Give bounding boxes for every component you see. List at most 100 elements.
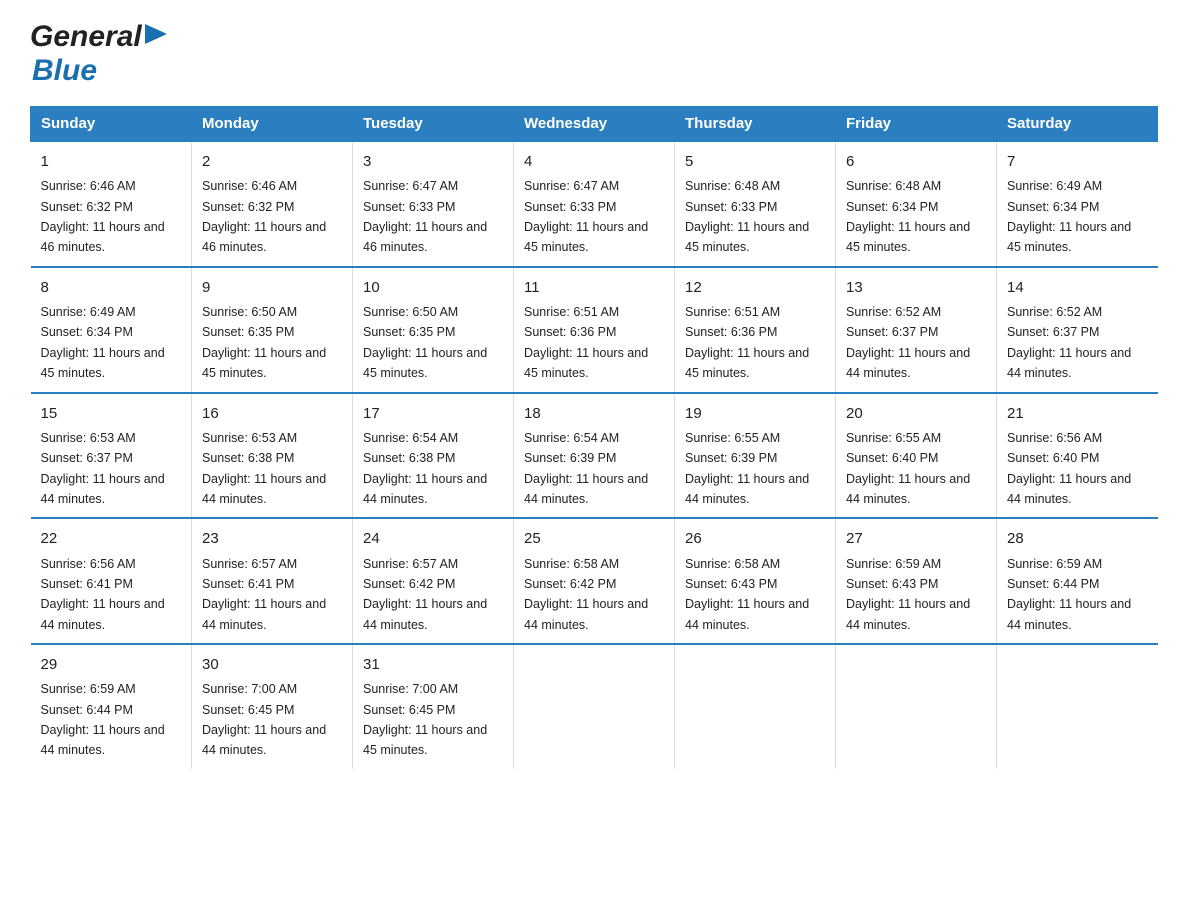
day-number: 13	[846, 276, 986, 299]
calendar-table: SundayMondayTuesdayWednesdayThursdayFrid…	[30, 106, 1158, 769]
day-info: Sunrise: 6:47 AMSunset: 6:33 PMDaylight:…	[524, 179, 648, 254]
calendar-cell	[514, 644, 675, 769]
calendar-cell: 14 Sunrise: 6:52 AMSunset: 6:37 PMDayligh…	[997, 267, 1158, 393]
day-info: Sunrise: 6:49 AMSunset: 6:34 PMDaylight:…	[41, 305, 165, 380]
day-info: Sunrise: 7:00 AMSunset: 6:45 PMDaylight:…	[363, 682, 487, 757]
day-info: Sunrise: 6:51 AMSunset: 6:36 PMDaylight:…	[524, 305, 648, 380]
day-number: 22	[41, 527, 182, 550]
day-info: Sunrise: 6:52 AMSunset: 6:37 PMDaylight:…	[846, 305, 970, 380]
day-number: 24	[363, 527, 503, 550]
calendar-day-header: Friday	[836, 107, 997, 142]
day-info: Sunrise: 6:56 AMSunset: 6:40 PMDaylight:…	[1007, 431, 1131, 506]
calendar-cell: 3 Sunrise: 6:47 AMSunset: 6:33 PMDaylight…	[353, 141, 514, 267]
calendar-cell: 26Sunrise: 6:58 AMSunset: 6:43 PMDayligh…	[675, 518, 836, 644]
day-number: 31	[363, 653, 503, 676]
calendar-cell: 18 Sunrise: 6:54 AMSunset: 6:39 PMDayligh…	[514, 393, 675, 519]
day-number: 27	[846, 527, 986, 550]
calendar-cell: 22Sunrise: 6:56 AMSunset: 6:41 PMDayligh…	[31, 518, 192, 644]
day-info: Sunrise: 7:00 AMSunset: 6:45 PMDaylight:…	[202, 682, 326, 757]
day-info: Sunrise: 6:59 AMSunset: 6:44 PMDaylight:…	[41, 682, 165, 757]
calendar-header-row: SundayMondayTuesdayWednesdayThursdayFrid…	[31, 107, 1158, 142]
calendar-cell: 13 Sunrise: 6:52 AMSunset: 6:37 PMDayligh…	[836, 267, 997, 393]
calendar-cell	[836, 644, 997, 769]
day-number: 29	[41, 653, 182, 676]
calendar-cell: 30 Sunrise: 7:00 AMSunset: 6:45 PMDayligh…	[192, 644, 353, 769]
calendar-cell: 6 Sunrise: 6:48 AMSunset: 6:34 PMDaylight…	[836, 141, 997, 267]
calendar-day-header: Wednesday	[514, 107, 675, 142]
day-number: 8	[41, 276, 182, 299]
calendar-cell: 4 Sunrise: 6:47 AMSunset: 6:33 PMDaylight…	[514, 141, 675, 267]
calendar-cell: 19Sunrise: 6:55 AMSunset: 6:39 PMDayligh…	[675, 393, 836, 519]
day-info: Sunrise: 6:47 AMSunset: 6:33 PMDaylight:…	[363, 179, 487, 254]
day-info: Sunrise: 6:58 AMSunset: 6:42 PMDaylight:…	[524, 557, 648, 632]
day-info: Sunrise: 6:54 AMSunset: 6:39 PMDaylight:…	[524, 431, 648, 506]
day-info: Sunrise: 6:59 AMSunset: 6:44 PMDaylight:…	[1007, 557, 1131, 632]
day-info: Sunrise: 6:53 AMSunset: 6:37 PMDaylight:…	[41, 431, 165, 506]
day-number: 10	[363, 276, 503, 299]
calendar-week-row: 22Sunrise: 6:56 AMSunset: 6:41 PMDayligh…	[31, 518, 1158, 644]
calendar-week-row: 15 Sunrise: 6:53 AMSunset: 6:37 PMDayligh…	[31, 393, 1158, 519]
day-info: Sunrise: 6:50 AMSunset: 6:35 PMDaylight:…	[363, 305, 487, 380]
day-number: 4	[524, 150, 664, 173]
day-number: 25	[524, 527, 664, 550]
calendar-week-row: 8 Sunrise: 6:49 AMSunset: 6:34 PMDaylight…	[31, 267, 1158, 393]
logo-arrow-icon	[145, 24, 167, 49]
calendar-cell: 15 Sunrise: 6:53 AMSunset: 6:37 PMDayligh…	[31, 393, 192, 519]
day-number: 5	[685, 150, 825, 173]
calendar-cell: 27 Sunrise: 6:59 AMSunset: 6:43 PMDayligh…	[836, 518, 997, 644]
calendar-week-row: 29 Sunrise: 6:59 AMSunset: 6:44 PMDayligh…	[31, 644, 1158, 769]
calendar-cell: 7Sunrise: 6:49 AMSunset: 6:34 PMDaylight…	[997, 141, 1158, 267]
day-info: Sunrise: 6:57 AMSunset: 6:42 PMDaylight:…	[363, 557, 487, 632]
day-info: Sunrise: 6:48 AMSunset: 6:34 PMDaylight:…	[846, 179, 970, 254]
day-number: 20	[846, 402, 986, 425]
logo: General Blue	[30, 20, 167, 88]
calendar-cell: 23 Sunrise: 6:57 AMSunset: 6:41 PMDayligh…	[192, 518, 353, 644]
day-number: 9	[202, 276, 342, 299]
day-info: Sunrise: 6:52 AMSunset: 6:37 PMDaylight:…	[1007, 305, 1131, 380]
calendar-cell: 11 Sunrise: 6:51 AMSunset: 6:36 PMDayligh…	[514, 267, 675, 393]
day-number: 12	[685, 276, 825, 299]
day-number: 11	[524, 276, 664, 299]
calendar-cell	[997, 644, 1158, 769]
calendar-cell: 25 Sunrise: 6:58 AMSunset: 6:42 PMDayligh…	[514, 518, 675, 644]
day-number: 14	[1007, 276, 1148, 299]
day-number: 23	[202, 527, 342, 550]
calendar-cell: 16Sunrise: 6:53 AMSunset: 6:38 PMDayligh…	[192, 393, 353, 519]
calendar-cell: 2Sunrise: 6:46 AMSunset: 6:32 PMDaylight…	[192, 141, 353, 267]
calendar-cell: 29 Sunrise: 6:59 AMSunset: 6:44 PMDayligh…	[31, 644, 192, 769]
calendar-cell: 31 Sunrise: 7:00 AMSunset: 6:45 PMDayligh…	[353, 644, 514, 769]
calendar-cell: 1 Sunrise: 6:46 AMSunset: 6:32 PMDaylight…	[31, 141, 192, 267]
calendar-day-header: Sunday	[31, 107, 192, 142]
day-number: 21	[1007, 402, 1148, 425]
day-info: Sunrise: 6:59 AMSunset: 6:43 PMDaylight:…	[846, 557, 970, 632]
day-info: Sunrise: 6:50 AMSunset: 6:35 PMDaylight:…	[202, 305, 326, 380]
day-info: Sunrise: 6:58 AMSunset: 6:43 PMDaylight:…	[685, 557, 809, 632]
day-number: 18	[524, 402, 664, 425]
calendar-week-row: 1 Sunrise: 6:46 AMSunset: 6:32 PMDaylight…	[31, 141, 1158, 267]
day-number: 2	[202, 150, 342, 173]
calendar-cell: 5 Sunrise: 6:48 AMSunset: 6:33 PMDaylight…	[675, 141, 836, 267]
day-info: Sunrise: 6:57 AMSunset: 6:41 PMDaylight:…	[202, 557, 326, 632]
page-header: General Blue	[30, 20, 1158, 88]
calendar-day-header: Tuesday	[353, 107, 514, 142]
calendar-day-header: Monday	[192, 107, 353, 142]
calendar-cell: 12Sunrise: 6:51 AMSunset: 6:36 PMDayligh…	[675, 267, 836, 393]
day-info: Sunrise: 6:46 AMSunset: 6:32 PMDaylight:…	[41, 179, 165, 254]
day-number: 15	[41, 402, 182, 425]
logo-blue-text: Blue	[32, 54, 97, 87]
day-info: Sunrise: 6:55 AMSunset: 6:39 PMDaylight:…	[685, 431, 809, 506]
calendar-cell: 10 Sunrise: 6:50 AMSunset: 6:35 PMDayligh…	[353, 267, 514, 393]
day-number: 3	[363, 150, 503, 173]
calendar-cell: 9 Sunrise: 6:50 AMSunset: 6:35 PMDaylight…	[192, 267, 353, 393]
day-number: 6	[846, 150, 986, 173]
calendar-cell: 17Sunrise: 6:54 AMSunset: 6:38 PMDayligh…	[353, 393, 514, 519]
day-number: 16	[202, 402, 342, 425]
calendar-cell: 28Sunrise: 6:59 AMSunset: 6:44 PMDayligh…	[997, 518, 1158, 644]
calendar-cell: 8 Sunrise: 6:49 AMSunset: 6:34 PMDaylight…	[31, 267, 192, 393]
day-info: Sunrise: 6:48 AMSunset: 6:33 PMDaylight:…	[685, 179, 809, 254]
calendar-day-header: Saturday	[997, 107, 1158, 142]
calendar-cell: 20Sunrise: 6:55 AMSunset: 6:40 PMDayligh…	[836, 393, 997, 519]
day-number: 30	[202, 653, 342, 676]
day-number: 1	[41, 150, 182, 173]
calendar-cell: 24 Sunrise: 6:57 AMSunset: 6:42 PMDayligh…	[353, 518, 514, 644]
